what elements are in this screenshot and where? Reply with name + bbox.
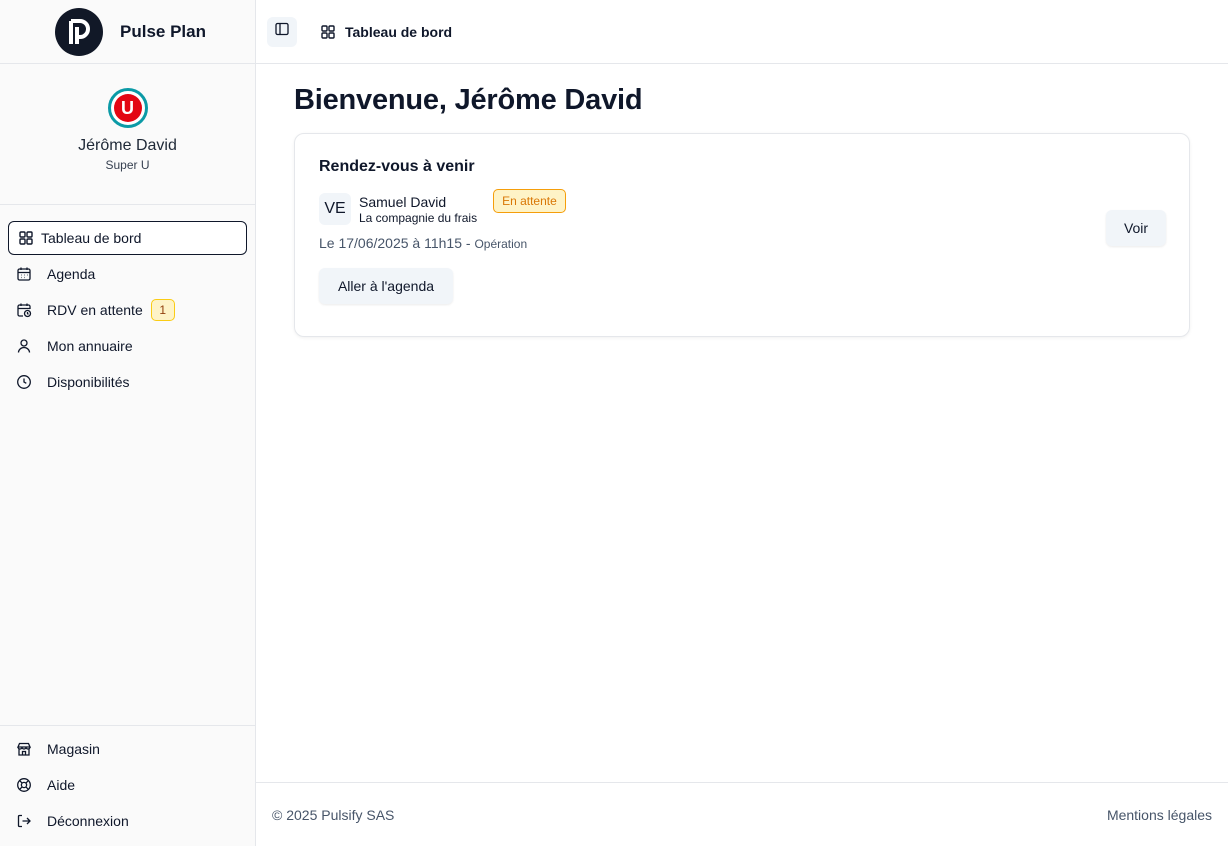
page-title: Bienvenue, Jérôme David [294,84,643,116]
sidebar-item-logout[interactable]: Déconnexion [8,804,247,838]
upcoming-appointments-card: Rendez-vous à venir VE Samuel David La c… [294,133,1190,337]
sidebar-item-store[interactable]: Magasin [8,732,247,766]
avatar-letter: U [113,94,142,122]
pulse-plan-logo-icon [55,7,103,56]
appointment-row: VE Samuel David La compagnie du frais En… [319,189,1165,225]
store-icon [16,741,32,757]
view-appointment-button[interactable]: Voir [1106,210,1166,246]
sidebar-item-label: RDV en attente [47,302,143,318]
profile-organization: Super U [105,158,150,172]
contact-company: La compagnie du frais [359,210,478,225]
sidebar-nav: Tableau de bord Agenda RDV en attente 1 … [0,205,255,399]
calendar-clock-icon [16,302,32,318]
breadcrumb: Tableau de bord [320,24,452,40]
pending-count-badge: 1 [150,299,175,321]
logout-icon [16,813,32,829]
brand[interactable]: Pulse Plan [0,0,255,64]
appointment-separator: - [462,235,475,251]
lifebuoy-icon [16,777,32,793]
user-icon [16,338,32,354]
appointment-type: Opération [474,237,528,251]
sidebar-item-pending-appointments[interactable]: RDV en attente 1 [8,293,247,327]
sidebar-toggle-button[interactable] [267,16,297,47]
top-bar: Tableau de bord [256,0,1228,64]
sidebar-item-label: Disponibilités [47,374,130,390]
user-profile: U Jérôme David Super U [0,64,255,205]
sidebar: Pulse Plan U Jérôme David Super U Tablea… [0,0,256,846]
sidebar-item-label: Mon annuaire [47,338,133,354]
sidebar-item-directory[interactable]: Mon annuaire [8,329,247,363]
main-content: Bienvenue, Jérôme David Rendez-vous à ve… [256,64,1228,782]
appointment-contact: Samuel David La compagnie du frais [359,194,477,225]
avatar: U [107,88,148,128]
sidebar-item-help[interactable]: Aide [8,768,247,802]
footer: © 2025 Pulsify SAS Mentions légales [256,782,1228,846]
go-to-agenda-button[interactable]: Aller à l'agenda [319,268,453,304]
legal-mentions-link[interactable]: Mentions légales [1107,807,1212,823]
calendar-icon [16,266,32,282]
sidebar-bottom-nav: Magasin Aide Déconnexion [0,725,255,846]
sidebar-toggle-icon [274,21,290,42]
contact-initials-avatar: VE [319,193,351,225]
sidebar-item-label: Tableau de bord [41,230,142,246]
brand-name: Pulse Plan [120,21,206,41]
sidebar-item-label: Déconnexion [47,813,129,829]
dashboard-icon [18,230,34,246]
sidebar-item-dashboard[interactable]: Tableau de bord [8,221,247,255]
sidebar-item-label: Magasin [47,741,100,757]
sidebar-item-label: Agenda [47,266,96,282]
profile-name: Jérôme David [78,137,177,154]
appointment-date: Le 17/06/2025 à 11h15 [319,235,462,251]
card-title: Rendez-vous à venir [319,158,475,175]
contact-name: Samuel David [359,193,447,210]
sidebar-item-agenda[interactable]: Agenda [8,257,247,291]
appointment-datetime: Le 17/06/2025 à 11h15 - Opération [319,235,1165,251]
dashboard-icon [320,24,336,40]
copyright-text: © 2025 Pulsify SAS [272,806,395,823]
status-badge: En attente [493,189,566,213]
sidebar-item-label: Aide [47,777,76,793]
sidebar-item-availability[interactable]: Disponibilités [8,365,247,399]
clock-icon [16,374,32,390]
breadcrumb-label: Tableau de bord [345,23,453,40]
